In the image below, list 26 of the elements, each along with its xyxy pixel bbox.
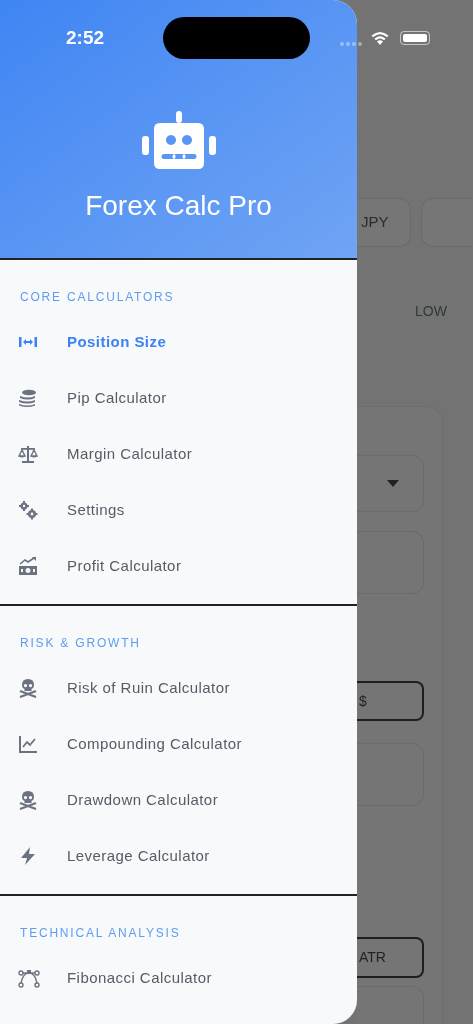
menu-item[interactable]: Leverage Calculator [0, 828, 357, 884]
signal-icon [340, 42, 362, 46]
section-heading: TECHNICAL ANALYSIS [20, 925, 182, 941]
menu-item[interactable]: Profit Calculator [0, 538, 357, 594]
menu-item[interactable]: Compounding Calculator [0, 716, 357, 772]
menu-item[interactable]: Pip Calculator [0, 370, 357, 426]
gears-icon [18, 500, 40, 520]
wifi-icon [370, 30, 390, 45]
menu-item[interactable]: Settings [0, 482, 357, 538]
menu-item[interactable]: Position Size [0, 314, 357, 370]
menu-item[interactable]: Fibonacci Calculator [0, 950, 357, 1006]
money-chart-icon [18, 556, 40, 576]
menu-item[interactable]: Drawdown Calculator [0, 772, 357, 828]
status-time: 2:52 [66, 27, 105, 49]
column-label: LOW [415, 302, 448, 320]
battery-icon [400, 31, 430, 45]
app-title: Forex Calc Pro [85, 189, 272, 223]
robot-icon [141, 111, 216, 171]
section-heading: RISK & GROWTH [20, 635, 142, 651]
menu-item[interactable]: Risk of Ruin Calculator [0, 660, 357, 716]
section-heading: CORE CALCULATORS [20, 289, 176, 305]
line-chart-icon [18, 734, 40, 754]
bezier-curve-icon [18, 968, 40, 988]
balance-scale-icon [18, 444, 40, 464]
caret-icon [387, 480, 399, 487]
menu-item[interactable]: Margin Calculator [0, 426, 357, 482]
